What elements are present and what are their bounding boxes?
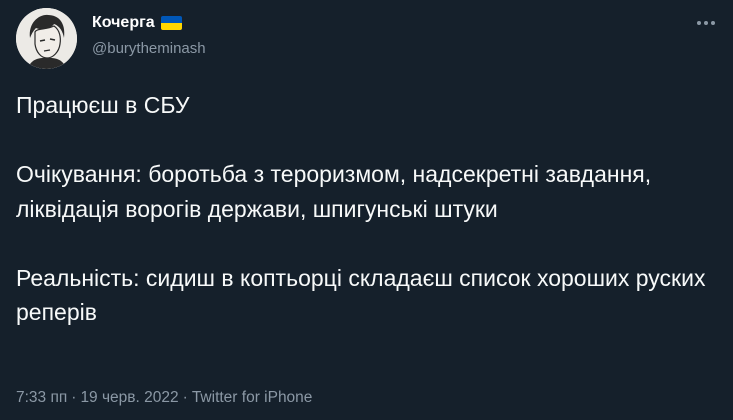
avatar-illustration (16, 8, 77, 69)
user-handle[interactable]: @burytheminash (92, 39, 206, 59)
tweet-source[interactable]: Twitter for iPhone (192, 389, 313, 406)
ukraine-flag-icon (160, 16, 182, 30)
meta-separator: · (182, 389, 188, 406)
tweet-author[interactable]: Кочерга @burytheminash (92, 12, 206, 59)
tweet-date[interactable]: 19 черв. 2022 (80, 389, 178, 406)
more-button[interactable] (693, 10, 719, 36)
display-name[interactable]: Кочерга (92, 12, 155, 34)
display-name-row: Кочерга (92, 12, 206, 34)
tweet-time[interactable]: 7:33 пп (16, 389, 67, 406)
tweet-meta: 7:33 пп · 19 черв. 2022 · Twitter for iPhone (16, 388, 312, 408)
more-horizontal-icon (697, 21, 715, 25)
meta-separator: · (71, 389, 77, 406)
avatar[interactable] (16, 8, 77, 69)
tweet-text: Працюєш в СБУ Очікування: боротьба з тер… (16, 92, 706, 325)
